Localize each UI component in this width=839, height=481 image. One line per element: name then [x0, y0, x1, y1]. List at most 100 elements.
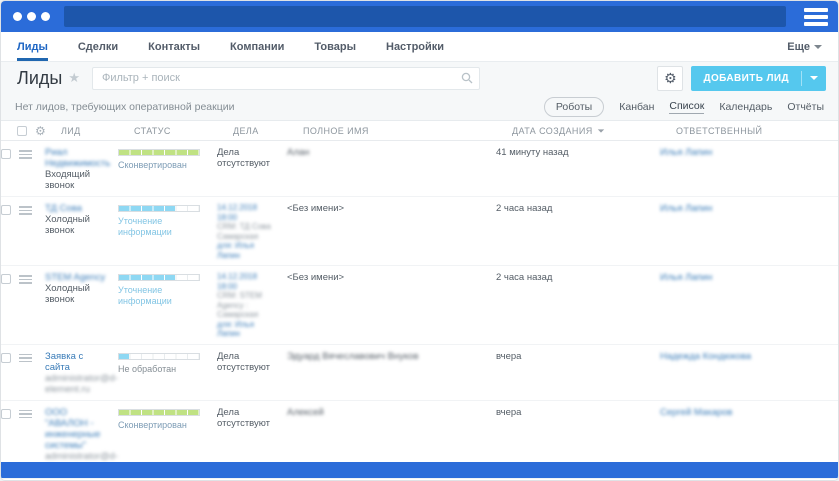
- row-menu-icon[interactable]: [19, 206, 32, 215]
- settings-button[interactable]: ⚙: [657, 65, 684, 91]
- cell-lead: Риал Недвижимость Входящий звонок: [45, 147, 118, 191]
- status-message: Нет лидов, требующих оперативной реакции: [15, 101, 235, 113]
- add-lead-button[interactable]: ДОБАВИТЬ ЛИД: [691, 65, 826, 91]
- column-header-label: ЛИД: [61, 125, 81, 136]
- status-progress-bar: [118, 352, 200, 360]
- status-label: Не обработан: [118, 363, 177, 374]
- lead-link[interactable]: ТД Сова: [45, 203, 110, 214]
- column-header-label: ДАТА СОЗДАНИЯ: [512, 125, 593, 136]
- nav-tab-6[interactable]: Настройки: [386, 32, 444, 61]
- cell-lead: STEM Agency Холодный звонок: [45, 272, 118, 305]
- status-strip: Нет лидов, требующих оперативной реакции…: [1, 94, 838, 121]
- view-tab-1[interactable]: Роботы: [543, 97, 605, 117]
- cell-activity: 14.12.2018 18:00 CRM: ТД Сова Самарская для…: [217, 203, 287, 260]
- full-name-text: Алексей: [287, 406, 324, 418]
- cell-activity: Дела отсутствуют: [217, 147, 287, 169]
- table-row: Заявка с сайта administrator@d-element.ru…: [1, 345, 838, 401]
- activity-link[interactable]: 14.12.2018 18:00: [217, 203, 279, 222]
- status-progress-fill: [119, 409, 199, 415]
- activity-text: Дела отсутствуют: [217, 406, 271, 429]
- cell-status: Не обработан: [118, 351, 217, 375]
- responsible-link[interactable]: Сергей Макаров: [660, 407, 830, 418]
- nav-tab-1[interactable]: Лиды: [17, 32, 48, 61]
- responsible-link[interactable]: Илья Лапин: [660, 203, 830, 214]
- activity-text: CRM: ТД Сова: [217, 222, 271, 231]
- responsible-link[interactable]: Илья Лапин: [660, 147, 830, 158]
- row-checkbox[interactable]: [1, 408, 11, 419]
- row-checkbox[interactable]: [1, 149, 11, 159]
- column-header-5[interactable]: ДАТА СОЗДАНИЯ: [512, 126, 676, 136]
- favorite-star-icon[interactable]: ★: [68, 70, 80, 86]
- column-header-4[interactable]: ПОЛНОЕ ИМЯ: [303, 126, 512, 136]
- window-dots-icon: [13, 12, 50, 21]
- view-tab-5[interactable]: Отчёты: [787, 101, 824, 114]
- table-row: ТД Сова Холодный звонок Уточнение информац…: [1, 197, 838, 266]
- cell-responsible: Илья Лапин: [660, 272, 838, 283]
- view-tab-2[interactable]: Канбан: [619, 101, 654, 114]
- main-nav: Лиды Сделки Контакты Компании Товары Настройк…: [1, 32, 838, 62]
- column-header-2[interactable]: СТАТУС: [134, 126, 233, 136]
- row-checkbox[interactable]: [1, 205, 11, 215]
- row-menu-icon[interactable]: [19, 150, 32, 159]
- row-menu-icon[interactable]: [19, 275, 32, 284]
- nav-more-button[interactable]: Еще: [787, 32, 822, 61]
- nav-tab-4[interactable]: Компании: [230, 32, 284, 61]
- cell-created: 2 часа назад: [496, 272, 660, 283]
- row-menu-icon[interactable]: [19, 409, 32, 418]
- lead-link[interactable]: Риал Недвижимость: [45, 147, 110, 169]
- chevron-down-icon: [814, 44, 822, 49]
- chevron-down-icon: [597, 128, 604, 133]
- cell-lead: ТД Сова Холодный звонок: [45, 203, 118, 236]
- activity-text: CRM: STEM: [217, 291, 262, 300]
- hamburger-menu-icon[interactable]: [804, 7, 828, 26]
- cell-created: вчера: [496, 351, 660, 362]
- column-header-label: СТАТУС: [134, 125, 171, 136]
- responsible-link[interactable]: Илья Лапин: [660, 272, 830, 283]
- filter-search-input[interactable]: [91, 66, 480, 90]
- lead-link[interactable]: Заявка с сайта: [45, 351, 110, 373]
- column-header-label: ДЕЛА: [233, 125, 259, 136]
- nav-tab-5[interactable]: Товары: [314, 32, 356, 61]
- cell-status: Сконвертирован: [118, 407, 217, 431]
- cell-status: Сконвертирован: [118, 147, 217, 171]
- column-header-6[interactable]: ОТВЕТСТВЕННЫЙ: [676, 126, 838, 136]
- responsible-link[interactable]: Надежда Кондюкова: [660, 351, 830, 362]
- status-progress-fill: [119, 206, 175, 211]
- nav-tab-3[interactable]: Контакты: [148, 32, 200, 61]
- row-checkbox[interactable]: [1, 274, 11, 284]
- table-row: Риал Недвижимость Входящий звонок Сконверт…: [1, 141, 838, 197]
- view-tab-3[interactable]: Список: [669, 100, 705, 114]
- row-menu-icon[interactable]: [19, 353, 32, 362]
- activity-link[interactable]: 14.12.2018 18:00: [217, 272, 279, 291]
- column-header-1[interactable]: ЛИД: [61, 126, 134, 136]
- lead-link[interactable]: ООО "АВАЛОН - инженерные системы": [45, 407, 110, 451]
- created-date-text: 2 часа назад: [496, 272, 553, 283]
- add-lead-dropdown[interactable]: [801, 70, 826, 86]
- bitrix-crm-window: Лиды Сделки Контакты Компании Товары Настройк…: [0, 0, 839, 481]
- activity-text: Agency :: [217, 300, 249, 310]
- lead-subtext: administrator@d-element.ru: [45, 372, 118, 395]
- grid-settings-gear-icon[interactable]: ⚙: [35, 125, 61, 137]
- search-icon[interactable]: [461, 72, 473, 84]
- cell-created: вчера: [496, 407, 660, 418]
- select-all-checkbox[interactable]: [17, 126, 27, 136]
- lead-link[interactable]: STEM Agency: [45, 272, 110, 283]
- activity-text: Самарская: [217, 231, 259, 241]
- nav-tab-2[interactable]: Сделки: [78, 32, 118, 61]
- table-body: Риал Недвижимость Входящий звонок Сконверт…: [1, 141, 838, 480]
- column-header-3[interactable]: ДЕЛА: [233, 126, 303, 136]
- status-progress-fill: [119, 150, 199, 155]
- row-checkbox[interactable]: [1, 352, 11, 363]
- status-label: Уточнение информации: [118, 285, 172, 306]
- cell-status: Уточнение информации: [118, 203, 217, 238]
- cell-status: Уточнение информации: [118, 272, 217, 307]
- activity-text: Дела отсутствуют: [217, 350, 271, 373]
- activity-text: Самарская: [217, 310, 259, 319]
- view-tab-4[interactable]: Календарь: [719, 101, 772, 114]
- activity-link[interactable]: для: Илья Лапин: [217, 241, 279, 260]
- activity-link[interactable]: для: Илья Лапин: [217, 320, 279, 339]
- cell-responsible: Надежда Кондюкова: [660, 351, 838, 362]
- gear-icon: ⚙: [664, 70, 677, 86]
- cell-activity: 14.12.2018 18:00 CRM: STEM Agency : Самарск…: [217, 272, 287, 339]
- activity-text: Дела отсутствуют: [217, 147, 271, 169]
